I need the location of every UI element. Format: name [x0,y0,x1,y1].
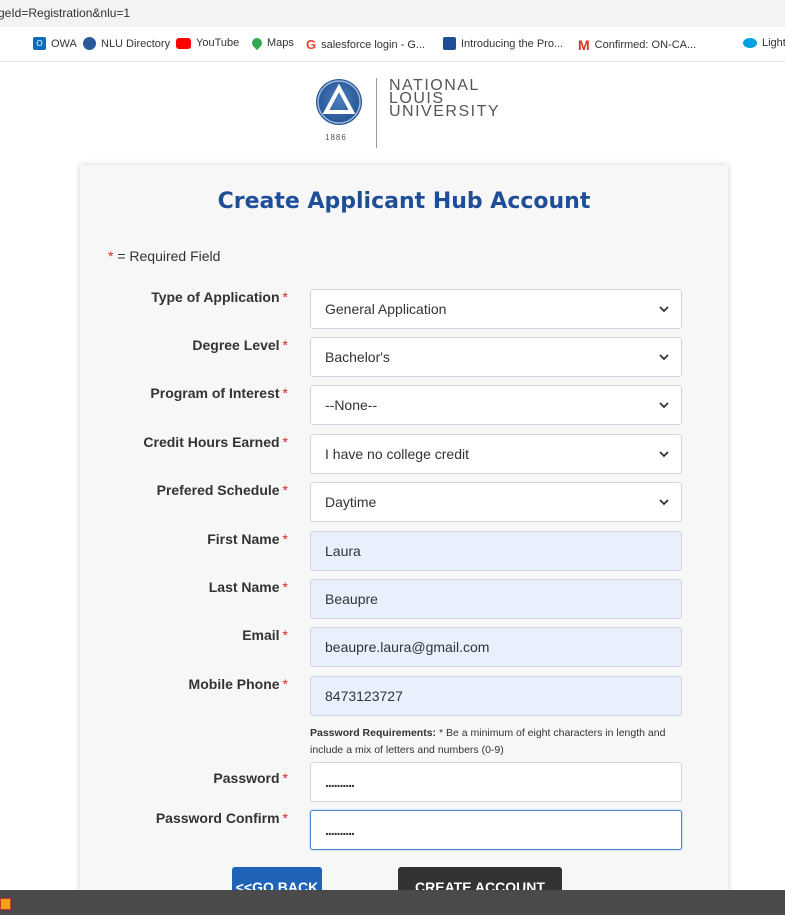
bookmark-introducing[interactable]: Introducing the Pro... [443,37,563,50]
bookmark-maps[interactable]: Maps [249,35,294,51]
last-name-label: Last Name * [208,579,288,595]
application-type-select[interactable]: General Application [310,289,682,329]
chevron-down-icon [659,354,669,361]
university-logo: 1886 NATIONAL LOUIS UNIVERSITY [313,75,513,150]
password-confirm-label: Password Confirm * [155,810,288,826]
youtube-icon [176,37,191,49]
bottom-overlay-bar [0,890,785,915]
bookmarks-bar: O OWA NLU Directory YouTube Maps G sales… [0,27,785,62]
email-label: Email * [242,627,288,643]
app-icon[interactable] [0,898,11,910]
preferred-schedule-label: Prefered Schedule * [156,482,288,498]
university-seal-icon [316,79,362,125]
application-type-label: Type of Application * [151,289,288,305]
bookmark-owa[interactable]: O OWA [33,37,77,50]
logo-divider [376,78,377,148]
salesforce-cloud-icon [743,38,757,48]
outlook-icon: O [33,37,46,50]
maps-pin-icon [249,35,265,51]
registration-card: Create Applicant Hub Account * = Require… [80,165,728,915]
password-label: Password * [213,770,288,786]
credit-hours-select[interactable]: I have no college credit [310,434,682,474]
credit-hours-label: Credit Hours Earned * [143,434,288,450]
bookmark-nlu-directory[interactable]: NLU Directory [83,37,170,50]
logo-wordmark: NATIONAL LOUIS UNIVERSITY [389,77,501,120]
logo-year: 1886 [325,133,347,142]
preferred-schedule-select[interactable]: Daytime [310,482,682,522]
chevron-down-icon [659,451,669,458]
bookmark-confirmed[interactable]: M Confirmed: ON-CA... [578,37,696,53]
password-requirements: Password Requirements: * Be a minimum of… [310,727,666,756]
required-field-note: * = Required Field [108,248,221,264]
address-bar[interactable]: geId=Registration&nlu=1 [0,0,785,27]
address-bar-text: geId=Registration&nlu=1 [0,6,131,20]
program-of-interest-label: Program of Interest * [150,385,288,401]
degree-level-label: Degree Level * [192,337,288,353]
password-field[interactable]: .......... [310,762,682,802]
grid-icon [443,37,456,50]
google-icon: G [306,37,317,52]
page-title: Create Applicant Hub Account [217,189,591,214]
program-of-interest-select[interactable]: --None-- [310,385,682,425]
password-confirm-field[interactable]: .......... [310,810,682,850]
gmail-icon: M [578,37,590,53]
chevron-down-icon [659,306,669,313]
first-name-field[interactable]: Laura [310,531,682,571]
bookmark-youtube[interactable]: YouTube [176,37,239,49]
mobile-phone-field[interactable]: 8473123727 [310,676,682,716]
mobile-phone-label: Mobile Phone * [188,676,288,692]
chevron-down-icon [659,499,669,506]
bookmark-salesforce-login[interactable]: G salesforce login - G... [306,37,425,52]
degree-level-select[interactable]: Bachelor's [310,337,682,377]
first-name-label: First Name * [207,531,288,547]
last-name-field[interactable]: Beaupre [310,579,682,619]
nlu-icon [83,37,96,50]
bookmark-light[interactable]: Light [743,37,785,49]
email-field[interactable]: beaupre.laura@gmail.com [310,627,682,667]
chevron-down-icon [659,402,669,409]
